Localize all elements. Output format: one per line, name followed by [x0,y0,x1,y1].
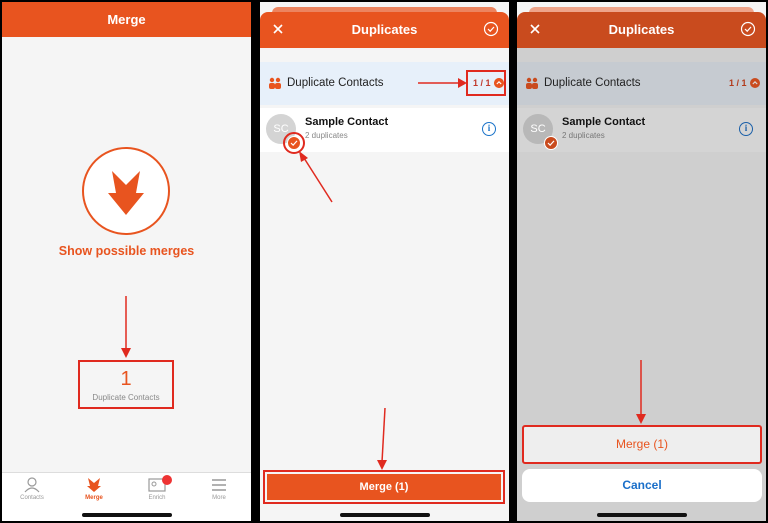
show-merges-label[interactable]: Show possible merges [2,244,251,258]
section-duplicate-contacts[interactable]: Duplicate Contacts 1 / 1 [260,62,509,105]
tab-contacts[interactable]: Contacts [7,477,57,501]
contact-subtitle: 2 duplicates [562,131,605,140]
home-indicator [597,513,687,517]
select-all-icon[interactable] [483,21,499,37]
merge-button[interactable]: Merge (1) [267,474,501,500]
section-count: 1 / 1 [473,78,491,88]
tab-more[interactable]: More [194,477,244,501]
duplicate-count-label: Duplicate Contacts [92,393,160,402]
tab-label: Contacts [20,495,44,501]
chevron-up-icon [494,78,504,88]
sheet-title: Duplicates [608,22,675,37]
tutorial-screenshots: Merge Show possible merges 1 Duplicate C… [0,0,768,523]
duplicates-action-sheet-screen: Duplicates Duplicate Contacts 1 / 1 SC S… [517,2,766,521]
merge-icon [87,478,101,492]
show-merges-button[interactable] [82,147,170,235]
person-icon [24,477,40,493]
count-highlight[interactable]: 1 / 1 [466,70,506,96]
select-all-icon[interactable] [740,21,756,37]
section-label: Duplicate Contacts [544,77,641,89]
people-icon [269,77,281,89]
contact-subtitle: 2 duplicates [305,131,348,140]
check-highlight-ring [283,132,305,154]
chevron-up-icon [750,78,760,88]
tab-enrich[interactable]: Enrich [132,475,182,501]
sheet-header: Duplicates [260,12,509,48]
home-indicator [82,513,172,517]
duplicate-count: 1 [120,368,132,390]
merge-arrow-icon [108,171,144,215]
page-title: Merge [2,2,251,37]
people-icon [526,77,538,89]
contact-name: Sample Contact [305,116,389,128]
sheet-title: Duplicates [351,22,418,37]
info-icon: i [739,122,753,136]
contact-row: SC Sample Contact 2 duplicates i [517,108,766,152]
info-icon[interactable]: i [482,122,496,136]
contact-name: Sample Contact [562,116,646,128]
section-count: 1 / 1 [729,78,747,88]
merge-action-button[interactable]: Merge (1) [524,427,760,462]
tab-label: More [212,495,226,501]
sheet-header: Duplicates [517,12,766,48]
duplicates-screen: Duplicates Duplicate Contacts 1 / 1 SC S… [260,2,509,521]
duplicate-count-card[interactable]: 1 Duplicate Contacts [78,360,174,409]
merge-button-highlight: Merge (1) [263,470,505,504]
section-duplicate-contacts: Duplicate Contacts 1 / 1 [517,62,766,105]
home-indicator [340,513,430,517]
section-label: Duplicate Contacts [287,77,384,89]
menu-icon [212,479,226,491]
contact-row[interactable]: SC Sample Contact 2 duplicates i [260,108,509,154]
tab-label: Merge [85,495,103,501]
notification-badge [162,475,172,485]
cancel-button[interactable]: Cancel [522,469,762,502]
merge-action-highlight: Merge (1) [522,425,762,464]
tab-label: Enrich [148,495,166,501]
check-icon [544,136,558,150]
tab-merge[interactable]: Merge [69,477,119,501]
merge-screen: Merge Show possible merges 1 Duplicate C… [2,2,251,521]
annotation-arrow [121,296,131,358]
